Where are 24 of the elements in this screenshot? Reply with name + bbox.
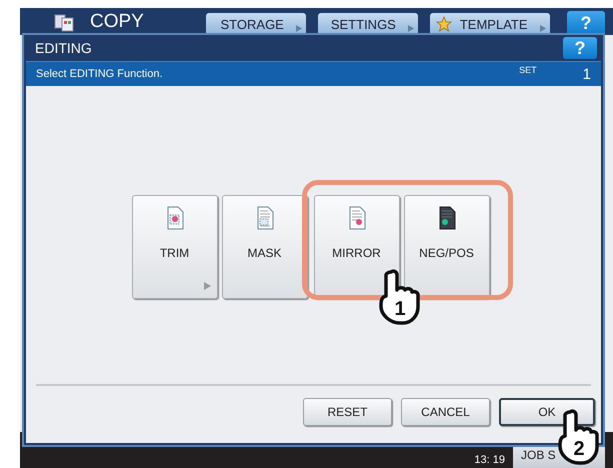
page-icon	[348, 206, 366, 230]
set-label: SET	[519, 65, 537, 75]
menu-tab[interactable]: SETTINGS	[318, 13, 418, 35]
set-count: 1	[582, 66, 591, 82]
clock-time: 13: 19	[474, 454, 505, 466]
copy-icon	[54, 12, 74, 32]
arrow-icon	[296, 25, 302, 32]
page-icon	[438, 206, 456, 230]
function-button[interactable]: TRIM	[132, 195, 218, 299]
screen-title: COPY	[90, 10, 144, 32]
arrow-icon	[408, 25, 414, 32]
function-button[interactable]: MASK	[222, 195, 308, 299]
instruction-text: Select EDITING Function.	[36, 68, 163, 80]
menu-tab[interactable]: TEMPLATE	[430, 13, 550, 35]
step-number: 1	[393, 298, 407, 321]
action-button[interactable]: OK	[499, 398, 595, 426]
dialog-title: EDITING	[35, 40, 92, 56]
star-icon	[436, 16, 452, 32]
page-icon	[256, 206, 274, 230]
action-button[interactable]: RESET	[303, 398, 392, 426]
menu-tab[interactable]: STORAGE	[206, 13, 306, 35]
action-button[interactable]: CANCEL	[401, 398, 490, 426]
page-icon	[166, 206, 184, 230]
arrow-icon	[540, 25, 546, 32]
